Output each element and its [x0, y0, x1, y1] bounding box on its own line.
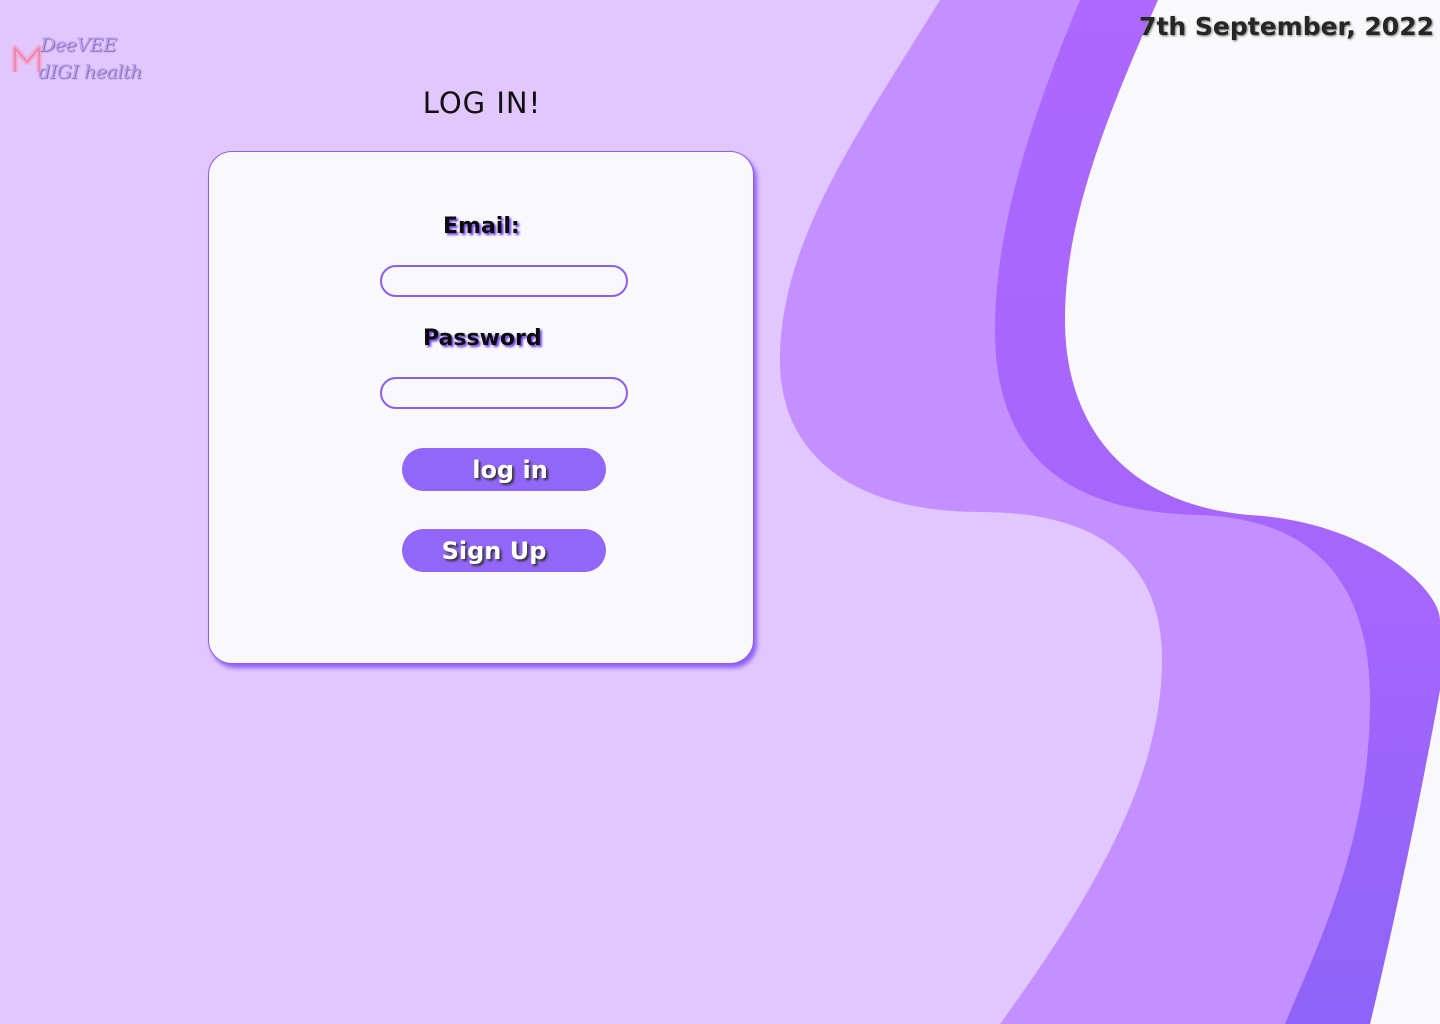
current-date: 7th September, 2022	[1139, 12, 1434, 41]
login-button[interactable]: log in	[402, 448, 606, 491]
page-title: LOG IN!	[422, 86, 542, 120]
brand-logo[interactable]: DeeVEE dIGI health	[12, 34, 142, 90]
email-label: Email:	[443, 214, 520, 239]
login-card: Email: Password log in Sign Up	[208, 151, 754, 664]
password-label: Password	[423, 326, 542, 351]
email-field[interactable]	[380, 265, 628, 297]
signup-button[interactable]: Sign Up	[402, 529, 606, 572]
logo-text-line1: DeeVEE	[40, 34, 117, 56]
login-button-label: log in	[472, 455, 548, 484]
signup-button-label: Sign Up	[441, 536, 547, 565]
logo-text-line2: dIGI health	[38, 61, 142, 83]
password-field[interactable]	[380, 377, 628, 409]
